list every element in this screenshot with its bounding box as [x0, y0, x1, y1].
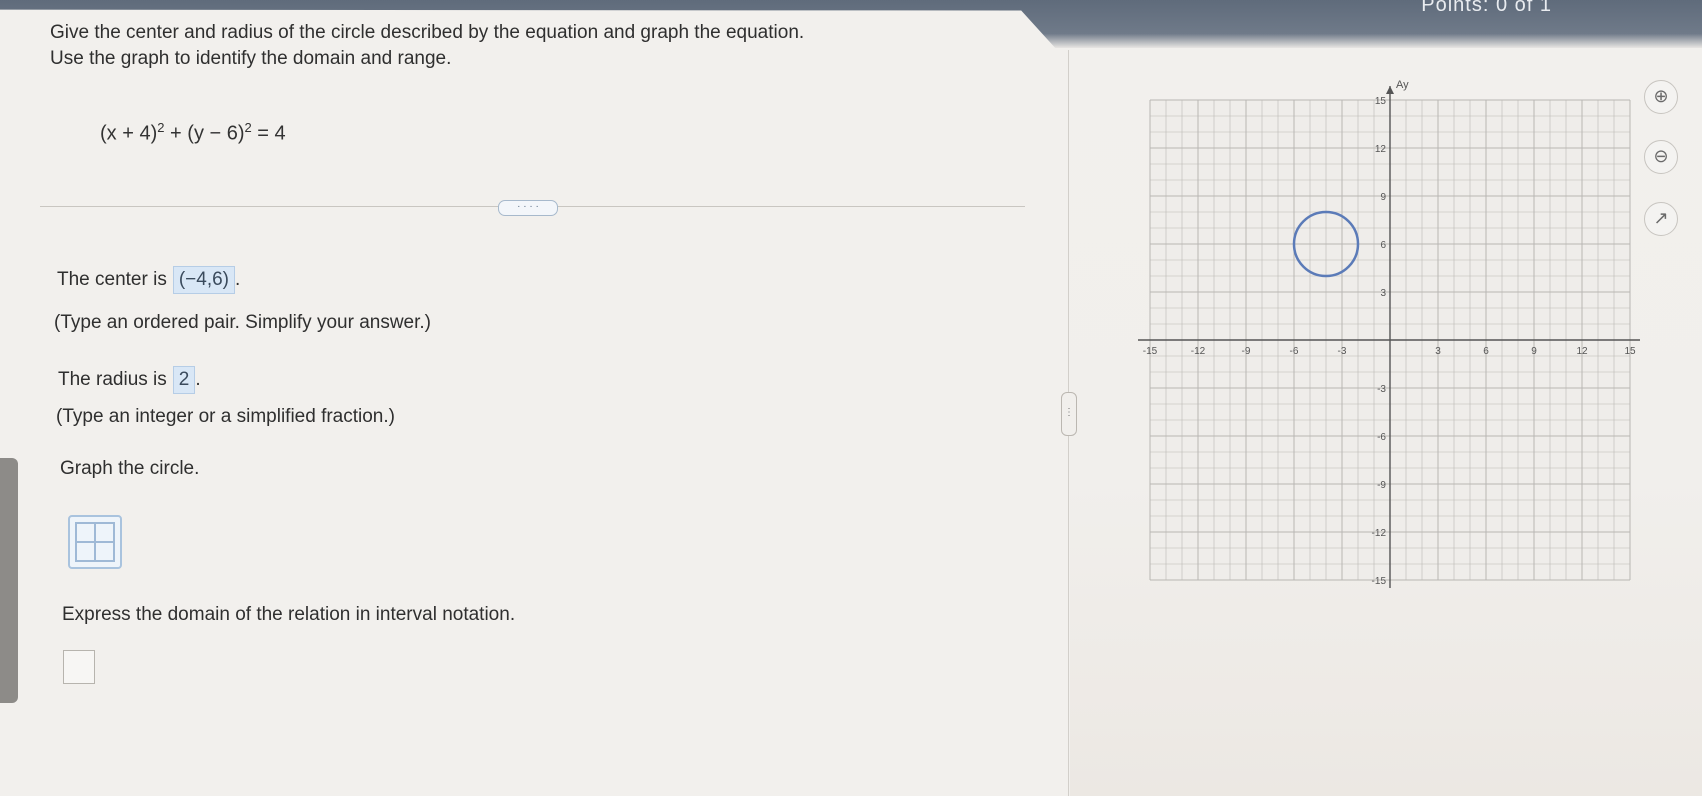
y-tick-label: -12 [1372, 528, 1387, 539]
domain-prompt: Express the domain of the relation in in… [62, 604, 516, 625]
zoom-in-icon[interactable]: ⊕ [1644, 80, 1678, 114]
center-answer-row: The center is (−4,6). [57, 266, 240, 294]
y-axis-arrow [1386, 86, 1394, 94]
popout-icon[interactable]: ↗ [1644, 202, 1678, 236]
y-tick-label: -3 [1377, 384, 1386, 395]
y-axis-label: Ay [1396, 79, 1409, 91]
zoom-out-icon[interactable]: ⊖ [1644, 140, 1678, 174]
center-answer-field[interactable]: (−4,6) [172, 266, 235, 294]
x-tick-label: -9 [1242, 346, 1251, 357]
x-tick-label: -3 [1338, 346, 1347, 357]
more-options-button[interactable]: · · · · [498, 200, 558, 216]
x-tick-label: 6 [1483, 346, 1489, 357]
y-tick-label: 12 [1375, 144, 1387, 155]
pane-resize-handle[interactable]: ⋮ [1061, 392, 1077, 436]
question-line-1: Give the center and radius of the circle… [50, 22, 805, 43]
x-tick-label: -6 [1290, 346, 1299, 357]
eq-rhs: = 4 [251, 122, 286, 145]
center-label: The center is [57, 269, 167, 290]
left-scrollbar[interactable] [0, 458, 18, 703]
radius-answer-field[interactable]: 2 [172, 366, 196, 394]
points-indicator: Points: 0 of 1 [1421, 0, 1552, 16]
y-tick-label: -15 [1372, 576, 1387, 587]
x-tick-label: 12 [1576, 346, 1588, 357]
x-tick-label: 3 [1435, 346, 1441, 357]
x-tick-label: 9 [1531, 346, 1537, 357]
x-tick-label: 15 [1624, 346, 1636, 357]
center-period: . [235, 269, 241, 290]
coordinate-graph[interactable]: Ay -15 -12 -9 -6 -3 3 6 9 12 15 15 12 9 6 3 -3 -6 -9 -12 -15 [1120, 70, 1648, 610]
graph-tool-button[interactable] [68, 515, 122, 569]
y-tick-label: 9 [1380, 192, 1386, 203]
radius-label: The radius is [58, 369, 167, 390]
grid-icon [75, 522, 115, 562]
center-hint: (Type an ordered pair. Simplify your ans… [54, 312, 432, 333]
x-tick-label: -15 [1143, 346, 1158, 357]
domain-input[interactable] [63, 650, 95, 684]
radius-hint: (Type an integer or a simplified fractio… [56, 406, 395, 427]
graph-prompt: Graph the circle. [60, 458, 200, 479]
circle-equation: (x + 4)2 + (y − 6)2 = 4 [100, 120, 286, 146]
x-tick-label: -12 [1191, 346, 1206, 357]
eq-term-y: + (y − 6) [164, 122, 245, 145]
eq-term-x: (x + 4) [100, 122, 158, 145]
y-tick-label: 3 [1380, 288, 1386, 299]
y-tick-label: -9 [1377, 480, 1386, 491]
y-tick-label: 6 [1380, 240, 1386, 251]
graph-panel[interactable]: Ay -15 -12 -9 -6 -3 3 6 9 12 15 15 12 9 6 3 -3 -6 -9 -12 -15 [1120, 70, 1648, 615]
question-text: Give the center and radius of the circle… [50, 20, 804, 72]
y-tick-label: -6 [1377, 432, 1386, 443]
eq-exp-y: 2 [244, 120, 252, 135]
y-tick-label: 15 [1375, 96, 1387, 107]
radius-answer-row: The radius is 2. [58, 366, 201, 394]
question-line-2: Use the graph to identify the domain and… [50, 48, 452, 69]
radius-period: . [195, 369, 201, 390]
